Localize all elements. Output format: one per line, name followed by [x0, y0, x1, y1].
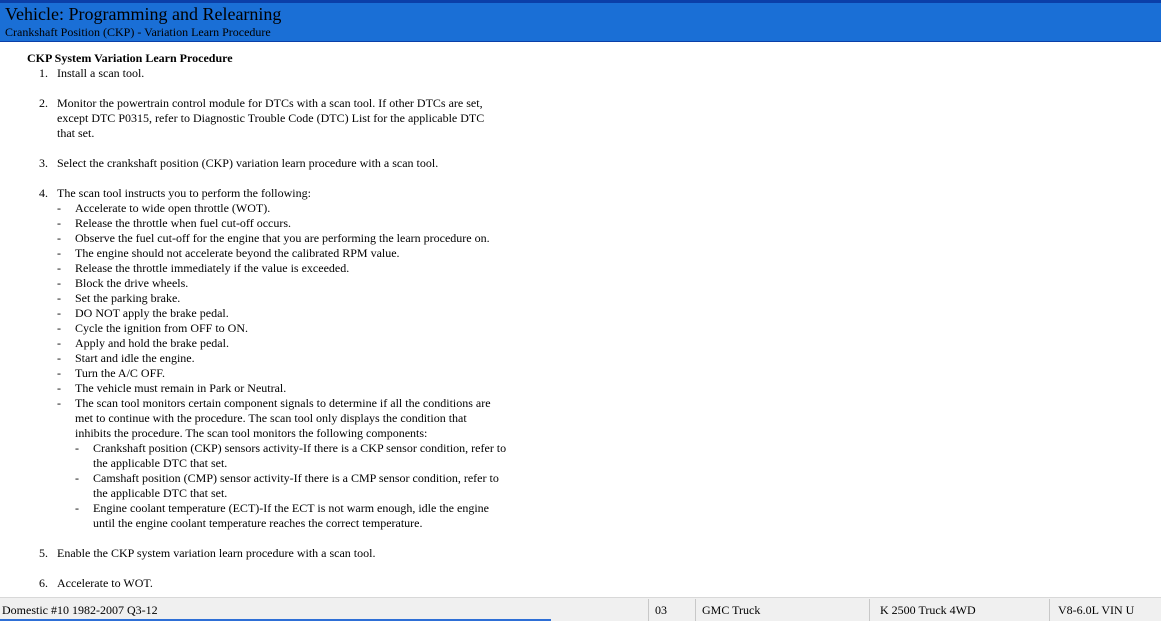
component-text: Crankshaft position (CKP) sensors activi…: [93, 441, 507, 470]
procedure-step: 2. Monitor the powertrain control module…: [0, 96, 505, 141]
component-text: Engine coolant temperature (ECT)-If the …: [93, 501, 489, 530]
step-number: 1.: [39, 66, 48, 80]
substep: - DO NOT apply the brake pedal.: [57, 306, 229, 320]
step-number: 2.: [39, 96, 48, 110]
substep: - Observe the fuel cut-off for the engine…: [57, 231, 490, 245]
substep-text: The scan tool monitors certain component…: [75, 396, 491, 440]
status-bar: Domestic #10 1982-2007 Q3-12 03 GMC Truc…: [0, 597, 1161, 621]
procedure-title: CKP System Variation Learn Procedure: [27, 51, 233, 65]
substep-text: Release the throttle when fuel cut-off o…: [75, 216, 292, 230]
component-item: - Crankshaft position (CKP) sensors activ…: [75, 441, 507, 470]
substep: - Start and idle the engine.: [57, 351, 195, 365]
status-make: GMC Truck: [695, 599, 869, 621]
substep-text: DO NOT apply the brake pedal.: [75, 306, 229, 320]
step-text: The scan tool instructs you to perform t…: [57, 186, 311, 200]
procedure-step: 3. Select the crankshaft position (CKP) …: [0, 156, 505, 171]
substep-text: Apply and hold the brake pedal.: [75, 336, 229, 350]
step-number: 5.: [39, 546, 48, 560]
page-subtitle: Crankshaft Position (CKP) - Variation Le…: [5, 25, 271, 39]
component-list: - Crankshaft position (CKP) sensors activ…: [75, 441, 507, 531]
procedure-step: 4. The scan tool instructs you to perfor…: [0, 186, 507, 531]
substep-text: The engine should not accelerate beyond …: [75, 246, 400, 260]
page-title: Vehicle: Programming and Relearning: [5, 4, 282, 24]
substep: - Turn the A/C OFF.: [57, 366, 165, 380]
step-text: Select the crankshaft position (CKP) var…: [57, 156, 439, 170]
step-text: Monitor the powertrain control module fo…: [57, 96, 485, 140]
status-model: K 2500 Truck 4WD: [869, 599, 1049, 621]
step-number: 4.: [39, 186, 48, 200]
procedure-steps: 1. Install a scan tool. 2. Monitor the p…: [0, 66, 560, 595]
substep-text: The vehicle must remain in Park or Neutr…: [75, 381, 287, 395]
step-text: Enable the CKP system variation learn pr…: [57, 546, 376, 560]
substep-text: Cycle the ignition from OFF to ON.: [75, 321, 248, 335]
title-bar: Vehicle: Programming and Relearning Cran…: [0, 0, 1161, 42]
step-text: Install a scan tool.: [57, 66, 145, 80]
substep-text: Set the parking brake.: [75, 291, 181, 305]
step-text: Accelerate to WOT.: [57, 576, 153, 590]
component-item: - Engine coolant temperature (ECT)-If the…: [75, 501, 489, 530]
substep-list: - Accelerate to wide open throttle (WOT).…: [57, 201, 507, 531]
substep: - Accelerate to wide open throttle (WOT).: [57, 201, 271, 215]
substep: - Release the throttle immediately if the…: [57, 261, 350, 275]
procedure-step: 1. Install a scan tool.: [0, 66, 505, 81]
status-database: Domestic #10 1982-2007 Q3-12: [2, 603, 158, 617]
substep: - The engine should not accelerate beyond…: [57, 246, 400, 260]
component-item: - Camshaft position (CMP) sensor activity…: [75, 471, 499, 500]
procedure-step: 5. Enable the CKP system variation learn…: [0, 546, 505, 561]
substep-text: Release the throttle immediately if the …: [75, 261, 350, 275]
substep-text: Observe the fuel cut-off for the engine …: [75, 231, 490, 245]
substep: - Apply and hold the brake pedal.: [57, 336, 229, 350]
substep: - Block the drive wheels.: [57, 276, 189, 290]
component-text: Camshaft position (CMP) sensor activity-…: [93, 471, 499, 500]
procedure-content[interactable]: CKP System Variation Learn Procedure 1. …: [0, 42, 1161, 595]
substep: - Release the throttle when fuel cut-off …: [57, 216, 292, 230]
substep-text: Block the drive wheels.: [75, 276, 189, 290]
step-number: 6.: [39, 576, 48, 590]
step-number: 3.: [39, 156, 48, 170]
status-code: 03: [648, 599, 695, 621]
substep: - The vehicle must remain in Park or Neut…: [57, 381, 287, 395]
substep: - Set the parking brake.: [57, 291, 181, 305]
substep: - The scan tool monitors certain componen…: [57, 396, 507, 531]
substep-text: Start and idle the engine.: [75, 351, 195, 365]
substep-text: Turn the A/C OFF.: [75, 366, 165, 380]
procedure-step: 6. Accelerate to WOT.: [0, 576, 505, 591]
substep-text: Accelerate to wide open throttle (WOT).: [75, 201, 271, 215]
status-engine: V8-6.0L VIN U: [1049, 599, 1161, 621]
substep: - Cycle the ignition from OFF to ON.: [57, 321, 248, 335]
